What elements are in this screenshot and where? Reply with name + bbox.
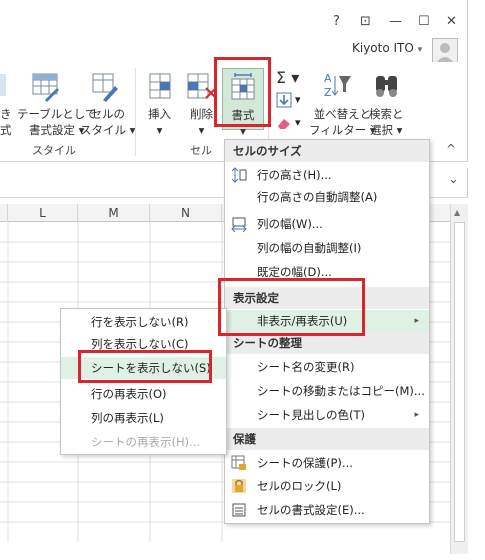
submenu-item-unhide-sheet: シートの再表示(H)... <box>91 435 201 449</box>
user-name-text: Kiyoto ITO <box>352 41 414 55</box>
sort-filter-button[interactable]: 並べ替えと フィルター ▾ <box>309 106 376 138</box>
avatar[interactable] <box>432 38 458 64</box>
menu-item-label: セルの書式設定(E)... <box>257 503 365 517</box>
annotation-box-hide-sheet <box>78 350 212 383</box>
clear-dropdown: ▾ <box>295 116 301 129</box>
group-separator <box>135 68 136 156</box>
menu-item-label: 行の高さ(H)... <box>257 168 332 182</box>
submenu-item-hide-rows[interactable]: 行を表示しない(R) <box>61 311 226 333</box>
conditional-format-label[interactable]: き 式 <box>0 106 12 138</box>
menu-item-tab-color[interactable]: シート見出しの色(T) ▸ <box>225 404 429 426</box>
column-header-partial[interactable] <box>0 204 8 222</box>
protect-sheet-icon <box>231 455 246 470</box>
menu-item-format-cells[interactable]: セルの書式設定(E)... <box>225 499 429 521</box>
find-select-icon[interactable] <box>373 72 401 103</box>
fill-dropdown: ▾ <box>295 93 301 106</box>
user-dropdown-icon[interactable]: ▾ <box>418 45 423 55</box>
fill-button[interactable]: ▾ <box>276 92 301 111</box>
submenu-item-unhide-rows[interactable]: 行の再表示(O) <box>61 383 226 405</box>
sort-filter-icon[interactable]: AZ <box>323 70 353 103</box>
menu-item-autofit-column-width[interactable]: 列の幅の自動調整(I) <box>225 237 429 259</box>
find-select-button[interactable]: 検索と 選択 ▾ <box>369 106 404 138</box>
minimize-button[interactable]: — <box>389 14 402 29</box>
insert-icon[interactable] <box>146 72 174 105</box>
menu-item-column-width[interactable]: 列の幅(W)... <box>225 213 429 235</box>
svg-text:A: A <box>324 72 332 85</box>
annotation-box-visibility-section <box>218 278 365 336</box>
submenu-item-unhide-columns[interactable]: 列の再表示(L) <box>61 407 226 429</box>
ribbon-display-options-icon[interactable]: ⊡ <box>360 14 371 29</box>
expand-formula-bar-icon[interactable]: ⌄ <box>448 172 459 187</box>
column-header-l[interactable]: L <box>8 204 78 222</box>
svg-text:Z: Z <box>324 86 332 99</box>
scroll-up-icon[interactable]: ▲ <box>454 208 460 217</box>
cells-group-label: セル <box>190 144 212 157</box>
menu-item-lock-cell[interactable]: セルのロック(L) <box>225 475 429 497</box>
insert-button[interactable]: 挿入 ▾ <box>148 106 171 138</box>
menu-item-label: 列の幅の自動調整(I) <box>257 241 362 255</box>
collapse-ribbon-icon[interactable]: ^ <box>446 142 456 156</box>
menu-item-label: 行の高さの自動調整(A) <box>257 190 378 204</box>
menu-item-label: シート見出しの色(T) <box>257 408 365 422</box>
menu-section-cell-size: セルのサイズ <box>225 140 429 162</box>
annotation-box-format-button <box>214 57 271 127</box>
menu-item-label: シート名の変更(R) <box>257 360 355 374</box>
table-format-icon[interactable] <box>31 72 61 105</box>
user-name[interactable]: Kiyoto ITO ▾ <box>352 41 422 55</box>
row-height-icon <box>231 167 247 183</box>
autosum-button[interactable]: Σ ▾ <box>276 68 299 87</box>
lock-icon <box>232 479 246 493</box>
menu-item-label: シートの保護(P)... <box>257 456 353 470</box>
menu-item-label: シートの移動またはコピー(M)... <box>257 384 425 398</box>
menu-item-rename-sheet[interactable]: シート名の変更(R) <box>225 356 429 378</box>
submenu-arrow-icon: ▸ <box>414 410 419 420</box>
cell-style-button[interactable]: セルの スタイル ▾ <box>80 106 135 138</box>
fill-down-icon <box>276 92 292 108</box>
style-group-label: スタイル <box>32 144 76 157</box>
column-width-icon <box>231 217 247 232</box>
scroll-thumb[interactable] <box>454 222 465 542</box>
menu-item-label: セルのロック(L) <box>257 479 342 493</box>
clear-button[interactable]: ▾ <box>276 116 301 133</box>
maximize-button[interactable]: ☐ <box>418 14 430 29</box>
menu-item-protect-sheet[interactable]: シートの保護(P)... <box>225 452 429 474</box>
menu-item-autofit-row-height[interactable]: 行の高さの自動調整(A) <box>225 186 429 208</box>
menu-item-move-copy-sheet[interactable]: シートの移動またはコピー(M)... <box>225 380 429 402</box>
delete-button[interactable]: 削除 ▾ <box>190 106 213 138</box>
help-button[interactable]: ? <box>333 14 340 29</box>
close-button[interactable]: ✕ <box>446 14 457 29</box>
cell-style-icon[interactable] <box>91 72 121 105</box>
menu-item-label: 列の幅(W)... <box>257 217 323 231</box>
column-header-m[interactable]: M <box>78 204 150 222</box>
column-header-n[interactable]: N <box>150 204 222 222</box>
eraser-icon <box>278 119 290 129</box>
menu-item-label: 既定の幅(D)... <box>257 265 332 279</box>
format-cells-icon <box>232 503 246 517</box>
conditional-format-icon[interactable] <box>0 72 8 101</box>
vertical-scrollbar[interactable]: ▲ <box>450 204 468 554</box>
menu-item-row-height[interactable]: 行の高さ(H)... <box>225 164 429 186</box>
menu-section-protection: 保護 <box>225 428 429 450</box>
submenu-arrow-icon: ▸ <box>414 316 419 326</box>
